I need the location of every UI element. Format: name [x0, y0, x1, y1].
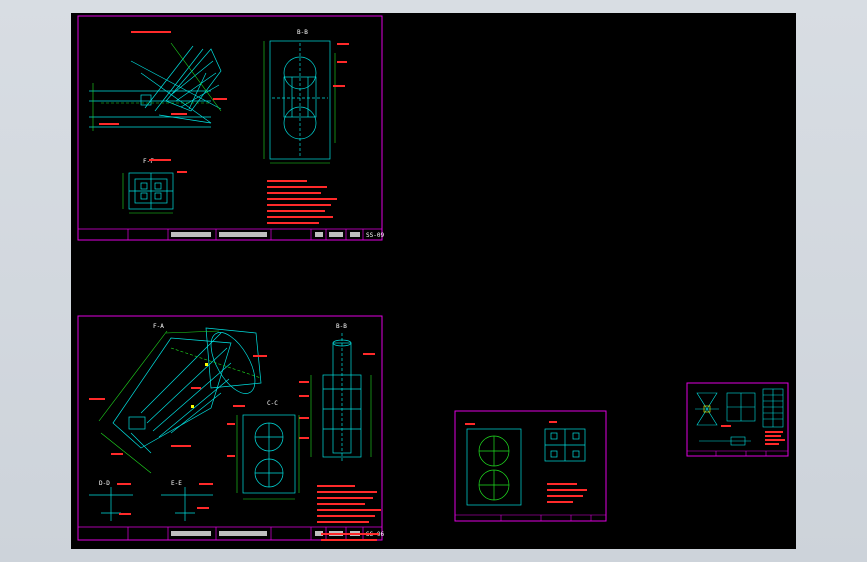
drawing-canvas[interactable]: SS-09 B-B F-F F-A B-B C-C D-D E-E [71, 13, 796, 549]
sheet-2[interactable]: SS-06 F-A [77, 315, 384, 541]
angled-elevation [112, 327, 262, 454]
title-block [455, 514, 606, 521]
section-label: B-B [336, 323, 347, 330]
section-label: D-D [99, 480, 110, 487]
section-column [322, 333, 362, 463]
notes-block [267, 180, 337, 224]
sheet-frame [454, 410, 607, 522]
sheet-frame [77, 315, 383, 541]
sheet-3[interactable] [454, 410, 607, 522]
section-label: B-B [297, 29, 308, 36]
title-block [687, 450, 788, 456]
sheet-4[interactable] [686, 382, 789, 457]
section-d-d [89, 487, 133, 521]
cad-drawing: SS-09 B-B F-F F-A B-B C-C D-D E-E [77, 15, 789, 541]
section-c-c [242, 414, 296, 494]
sheet-1[interactable]: SS-09 B-B F-F [77, 15, 384, 241]
sheet-frame [77, 15, 383, 241]
stiffener-detail [544, 428, 586, 462]
plate-plan [466, 428, 522, 506]
section-label: F-A [153, 323, 164, 330]
section-b-b [269, 40, 331, 160]
section-label: C-C [267, 400, 278, 407]
section-label: E-E [171, 480, 182, 487]
section-e-e [161, 487, 213, 521]
section-f-f [128, 172, 174, 210]
elevation-view [89, 45, 222, 128]
sheet-number: SS-09 [366, 232, 384, 239]
